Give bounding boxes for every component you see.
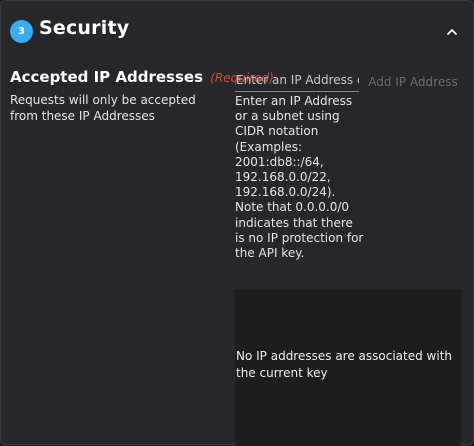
add-ip-address-button[interactable]: Add IP Address <box>363 71 463 92</box>
ip-input-hint: Enter an IP Address or a subnet using CI… <box>235 94 364 261</box>
ip-address-input[interactable] <box>235 71 359 92</box>
empty-list-message: No IP addresses are associated with the … <box>236 349 452 380</box>
step-number-badge: 3 <box>10 20 33 43</box>
chevron-up-icon <box>447 29 457 35</box>
field-description: Requests will only be accepted from thes… <box>10 93 196 123</box>
section-header[interactable]: 3 Security <box>1 1 474 63</box>
security-section: 3 Security Accepted IP Addresses (Requir… <box>0 0 474 446</box>
section-title: Security <box>39 17 130 39</box>
collapse-button[interactable] <box>443 25 461 39</box>
ip-address-list: No IP addresses are associated with the … <box>235 289 461 446</box>
field-label-text: Accepted IP Addresses <box>10 68 204 86</box>
